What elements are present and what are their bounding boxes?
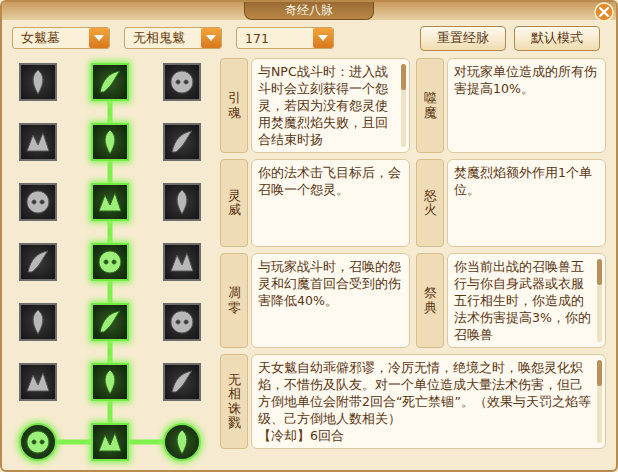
skill-icon bbox=[95, 127, 125, 157]
dropdown[interactable]: 171 bbox=[236, 27, 334, 49]
skill-description: 焚魔烈焰额外作用1个单位。 bbox=[447, 159, 606, 247]
close-button[interactable] bbox=[594, 2, 614, 22]
skill-name: 凋零 bbox=[220, 253, 248, 348]
skill-icon bbox=[167, 307, 197, 337]
meridian-node[interactable] bbox=[19, 243, 57, 281]
meridian-node[interactable] bbox=[91, 303, 129, 341]
dropdown[interactable]: 女魃墓 bbox=[12, 27, 110, 49]
skill-icon bbox=[167, 247, 197, 277]
skill-name: 祭典 bbox=[416, 253, 444, 348]
meridian-node[interactable] bbox=[19, 423, 57, 461]
meridian-node[interactable] bbox=[91, 63, 129, 101]
scroll-thumb[interactable] bbox=[401, 64, 406, 90]
meridian-window: 奇经八脉女魃墓无相鬼魃 171 重置经脉默认模式引魂与NPC战斗时：进入战斗时会立刻… bbox=[0, 0, 618, 472]
skill-card: 噬魔对玩家单位造成的所有伤害提高10%。 bbox=[416, 58, 606, 153]
skill-description: 对玩家单位造成的所有伤害提高10%。 bbox=[447, 58, 606, 153]
scrollbar[interactable] bbox=[401, 64, 406, 147]
toolbar: 女魃墓无相鬼魃 171 重置经脉默认模式 bbox=[2, 20, 616, 50]
skill-cooldown: 【冷却】6回合 bbox=[258, 427, 591, 444]
meridian-node[interactable] bbox=[91, 423, 129, 461]
skill-name: 灵威 bbox=[220, 159, 248, 247]
skill-icon bbox=[95, 187, 125, 217]
close-icon bbox=[594, 2, 614, 22]
skill-icon bbox=[95, 67, 125, 97]
skill-description: 天女魃自幼乖僻邪谬，冷厉无情，绝境之时，唤怨灵化炽焰，不惜伤及队友。对一个单位造… bbox=[251, 354, 606, 449]
skill-icon bbox=[23, 187, 53, 217]
skill-description: 与NPC战斗时：进入战斗时会立刻获得一个怨灵，若因为没有怨灵使用焚魔烈焰失败，且… bbox=[251, 58, 410, 153]
meridian-node[interactable] bbox=[19, 183, 57, 221]
skill-icon bbox=[23, 247, 53, 277]
skill-list: 引魂与NPC战斗时：进入战斗时会立刻获得一个怨灵，若因为没有怨灵使用焚魔烈焰失败… bbox=[220, 58, 606, 470]
skill-card: 怒火焚魔烈焰额外作用1个单位。 bbox=[416, 159, 606, 247]
skill-icon bbox=[23, 427, 53, 457]
skill-description: 你的法术击飞目标后，会召唤一个怨灵。 bbox=[251, 159, 410, 247]
meridian-node[interactable] bbox=[91, 183, 129, 221]
skill-icon bbox=[167, 367, 197, 397]
skill-icon bbox=[167, 187, 197, 217]
skill-icon bbox=[95, 367, 125, 397]
window-title: 奇经八脉 bbox=[244, 2, 374, 20]
meridian-node[interactable] bbox=[19, 303, 57, 341]
scrollbar[interactable] bbox=[597, 259, 602, 342]
skill-icon bbox=[23, 127, 53, 157]
skill-icon bbox=[167, 427, 197, 457]
skill-icon bbox=[167, 127, 197, 157]
skill-name: 引魂 bbox=[220, 58, 248, 153]
meridian-node[interactable] bbox=[19, 123, 57, 161]
skill-name: 怒火 bbox=[416, 159, 444, 247]
meridian-node[interactable] bbox=[163, 303, 201, 341]
arrow-icon bbox=[313, 28, 333, 48]
meridian-node[interactable] bbox=[163, 363, 201, 401]
skill-icon bbox=[23, 67, 53, 97]
title-bar: 奇经八脉 bbox=[2, 2, 616, 20]
meridian-node[interactable] bbox=[163, 243, 201, 281]
skill-card: 祭典你当前出战的召唤兽五行与你自身武器或衣服五行相生时，你造成的法术伤害提高3%… bbox=[416, 253, 606, 348]
skill-icon bbox=[23, 307, 53, 337]
meridian-node[interactable] bbox=[91, 243, 129, 281]
skill-icon bbox=[23, 367, 53, 397]
scrollbar[interactable] bbox=[597, 360, 602, 443]
skill-description: 你当前出战的召唤兽五行与你自身武器或衣服五行相生时，你造成的法术伤害提高3%，你… bbox=[447, 253, 606, 348]
skill-icon bbox=[95, 307, 125, 337]
skill-card: 灵威你的法术击飞目标后，会召唤一个怨灵。 bbox=[220, 159, 410, 247]
arrow-icon bbox=[89, 28, 109, 48]
skill-card: 凋零与玩家战斗时，召唤的怨灵和幻魔首回合受到的伤害降低40%。 bbox=[220, 253, 410, 348]
meridian-node[interactable] bbox=[91, 123, 129, 161]
meridian-node[interactable] bbox=[19, 363, 57, 401]
skill-name: 无相诛戮 bbox=[220, 354, 248, 449]
meridian-node[interactable] bbox=[163, 63, 201, 101]
toolbar-button[interactable]: 默认模式 bbox=[514, 26, 600, 51]
meridian-node[interactable] bbox=[91, 363, 129, 401]
skill-icon bbox=[167, 67, 197, 97]
skill-name: 噬魔 bbox=[416, 58, 444, 153]
dropdown[interactable]: 无相鬼魃 bbox=[124, 27, 222, 49]
meridian-tree bbox=[14, 58, 206, 468]
arrow-icon bbox=[201, 28, 221, 48]
meridian-node[interactable] bbox=[163, 183, 201, 221]
scroll-thumb[interactable] bbox=[597, 360, 602, 386]
meridian-node[interactable] bbox=[19, 63, 57, 101]
skill-card: 无相诛戮天女魃自幼乖僻邪谬，冷厉无情，绝境之时，唤怨灵化炽焰，不惜伤及队友。对一… bbox=[220, 354, 606, 449]
meridian-node[interactable] bbox=[163, 123, 201, 161]
scroll-thumb[interactable] bbox=[597, 259, 602, 285]
skill-icon bbox=[95, 427, 125, 457]
meridian-node[interactable] bbox=[163, 423, 201, 461]
skill-icon bbox=[95, 247, 125, 277]
skill-card: 引魂与NPC战斗时：进入战斗时会立刻获得一个怨灵，若因为没有怨灵使用焚魔烈焰失败… bbox=[220, 58, 410, 153]
skill-description: 与玩家战斗时，召唤的怨灵和幻魔首回合受到的伤害降低40%。 bbox=[251, 253, 410, 348]
toolbar-button[interactable]: 重置经脉 bbox=[420, 26, 506, 51]
